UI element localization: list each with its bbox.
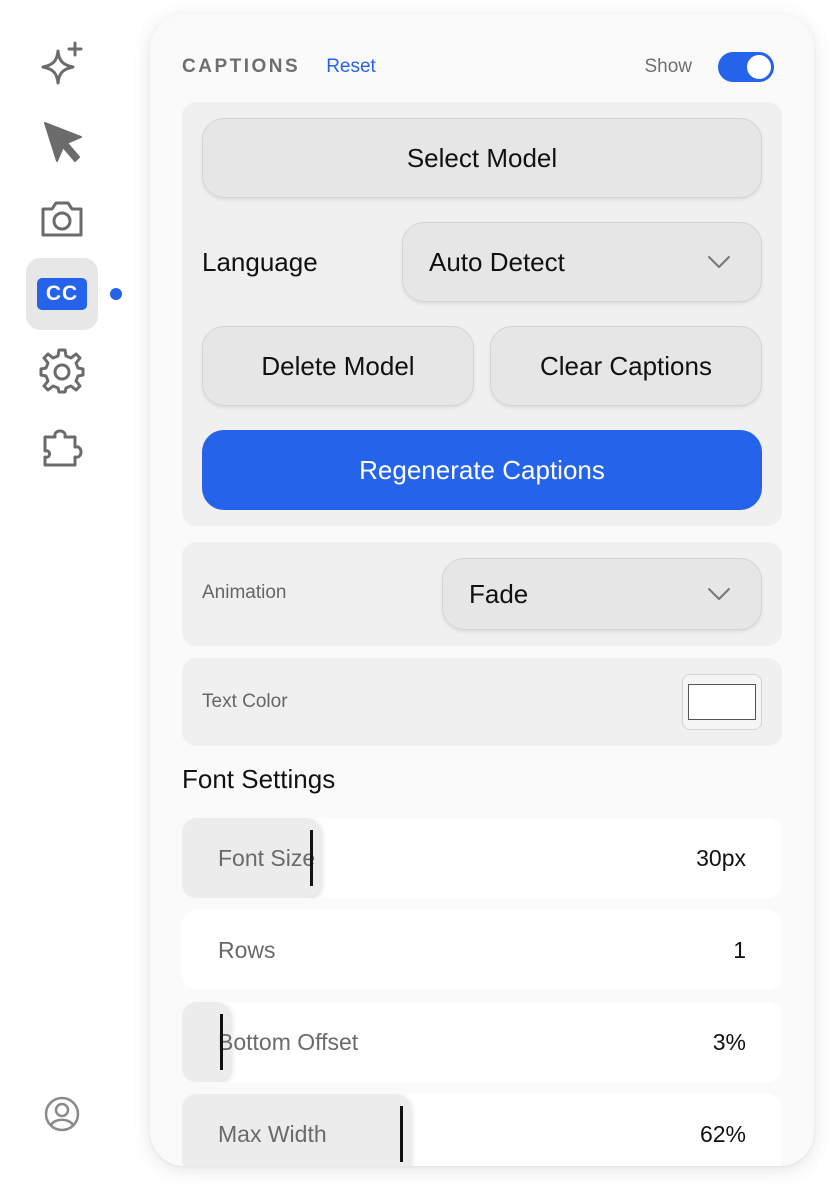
gear-icon — [39, 348, 85, 394]
bottom-offset-slider[interactable]: Bottom Offset 3% — [182, 1002, 782, 1082]
delete-model-button[interactable]: Delete Model — [202, 326, 474, 406]
sidebar-item-ai[interactable] — [26, 28, 98, 100]
show-label: Show — [644, 56, 692, 77]
chevron-down-icon — [708, 256, 730, 268]
text-color-picker[interactable] — [682, 674, 762, 730]
sidebar-item-settings[interactable] — [26, 334, 98, 406]
sidebar-item-cursor[interactable] — [26, 106, 98, 178]
slider-value: 3% — [712, 1028, 746, 1055]
slider-label: Rows — [218, 936, 276, 963]
color-swatch — [688, 684, 756, 720]
camera-icon — [41, 201, 83, 237]
sparkle-icon — [41, 41, 83, 85]
slider-handle[interactable] — [400, 1106, 403, 1162]
sidebar-item-account[interactable] — [26, 1078, 98, 1150]
panel-title: CAPTIONS — [182, 56, 301, 77]
animation-select-value: Fade — [469, 578, 529, 609]
text-color-card: Text Color — [182, 658, 782, 746]
language-label: Language — [202, 246, 318, 277]
captions-panel: CAPTIONS Reset Show Select Model Languag… — [150, 14, 814, 1166]
text-color-label: Text Color — [202, 691, 288, 712]
slider-handle[interactable] — [220, 1014, 223, 1070]
animation-card: Animation Fade — [182, 542, 782, 646]
slider-value: 62% — [699, 1120, 746, 1147]
rows-slider[interactable]: Rows 1 — [182, 910, 782, 990]
user-account-icon — [44, 1096, 80, 1132]
panel-header: CAPTIONS Reset Show — [182, 52, 774, 82]
sidebar-item-captions[interactable]: CC — [26, 258, 98, 330]
reset-link[interactable]: Reset — [326, 56, 376, 78]
slider-label: Font Size — [218, 844, 316, 871]
slider-value: 1 — [733, 936, 746, 963]
sidebar: CC — [0, 0, 130, 1188]
sidebar-item-screenshot[interactable] — [26, 182, 98, 254]
chevron-down-icon — [708, 588, 730, 600]
regenerate-captions-button[interactable]: Regenerate Captions — [202, 430, 762, 510]
max-width-slider[interactable]: Max Width 62% — [182, 1094, 782, 1166]
slider-handle[interactable] — [310, 830, 313, 886]
slider-label: Bottom Offset — [218, 1028, 359, 1055]
cc-captions-icon: CC — [37, 278, 87, 310]
language-select-value: Auto Detect — [429, 246, 565, 277]
active-indicator-dot — [110, 288, 122, 300]
toggle-knob — [747, 55, 771, 79]
font-size-slider[interactable]: Font Size 30px — [182, 818, 782, 898]
select-model-button[interactable]: Select Model — [202, 118, 762, 198]
cursor-arrow-icon — [44, 122, 82, 162]
slider-label: Max Width — [218, 1120, 327, 1147]
animation-select[interactable]: Fade — [442, 558, 762, 630]
sidebar-item-plugins[interactable] — [26, 410, 98, 482]
font-settings-title: Font Settings — [182, 764, 336, 794]
puzzle-icon — [43, 429, 83, 467]
show-toggle[interactable] — [718, 52, 774, 82]
slider-value: 30px — [696, 844, 746, 871]
language-select[interactable]: Auto Detect — [402, 222, 762, 302]
model-card: Select Model Language Auto Detect Delete… — [182, 102, 782, 526]
animation-label: Animation — [202, 582, 287, 603]
clear-captions-button[interactable]: Clear Captions — [490, 326, 762, 406]
